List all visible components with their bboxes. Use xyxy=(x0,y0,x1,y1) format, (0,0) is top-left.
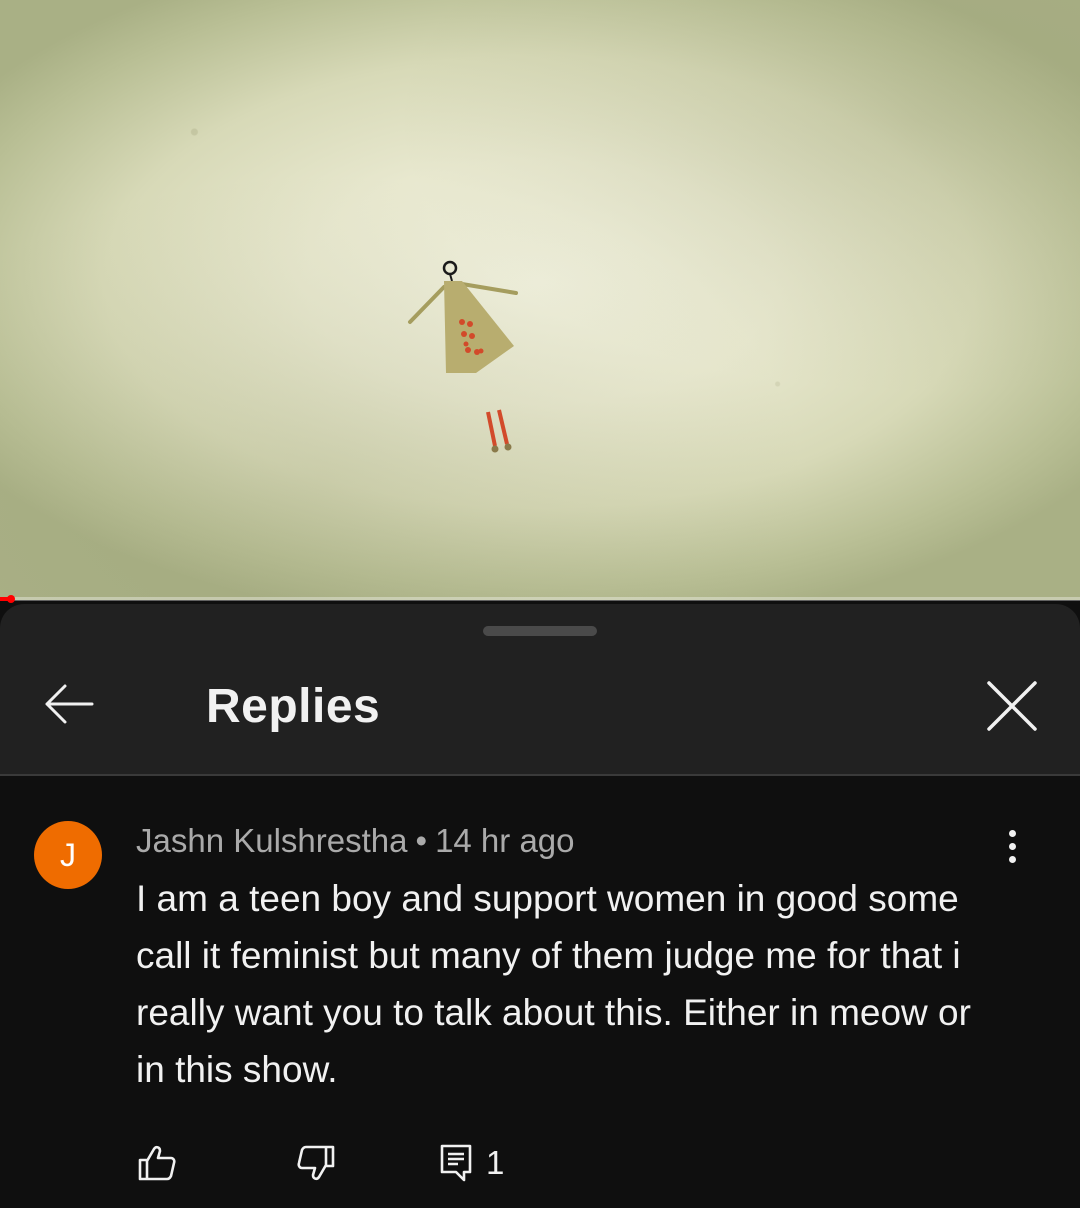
avatar[interactable]: J xyxy=(34,821,102,889)
comment-author[interactable]: Jashn Kulshrestha xyxy=(136,822,408,859)
comment-text: I am a teen boy and support women in goo… xyxy=(136,878,971,1090)
meta-separator: • xyxy=(415,822,428,859)
comment: J Jashn Kulshrestha • 14 hr ago I am a tee… xyxy=(0,776,1080,1208)
replies-sheet: Replies J Jashn Kulshrestha • 14 hr ago I … xyxy=(0,604,1080,1208)
more-vertical-icon-dot xyxy=(1008,855,1016,863)
back-button[interactable] xyxy=(36,674,102,734)
thumbs-down-icon xyxy=(297,1145,335,1181)
close-button[interactable] xyxy=(978,672,1046,740)
video-progress-bar[interactable] xyxy=(0,595,1080,603)
close-icon xyxy=(987,681,1037,731)
video-player[interactable] xyxy=(0,0,1080,600)
video-progress-scrubber[interactable] xyxy=(6,595,15,603)
drag-handle[interactable] xyxy=(483,626,597,636)
comment-meta: Jashn Kulshrestha • 14 hr ago xyxy=(136,822,575,860)
thumbs-up-icon xyxy=(138,1145,176,1181)
more-vertical-icon-dot xyxy=(1008,829,1016,837)
dislike-button[interactable] xyxy=(297,1138,335,1188)
comment-timestamp: 14 hr ago xyxy=(435,822,575,859)
video-frame-figure xyxy=(408,260,518,453)
reply-count: 1 xyxy=(486,1144,505,1181)
arrow-left-icon xyxy=(45,684,94,724)
like-button[interactable] xyxy=(138,1138,176,1188)
reply-comment-icon xyxy=(440,1144,472,1182)
more-options-button[interactable] xyxy=(990,824,1034,868)
avatar-letter: J xyxy=(60,836,76,873)
comment-actions: 1 xyxy=(0,1138,1080,1188)
sheet-title: Replies xyxy=(206,680,381,733)
reply-button[interactable]: 1 xyxy=(440,1138,504,1188)
sheet-header: Replies xyxy=(0,604,1080,774)
more-vertical-icon-dot xyxy=(1008,842,1016,850)
